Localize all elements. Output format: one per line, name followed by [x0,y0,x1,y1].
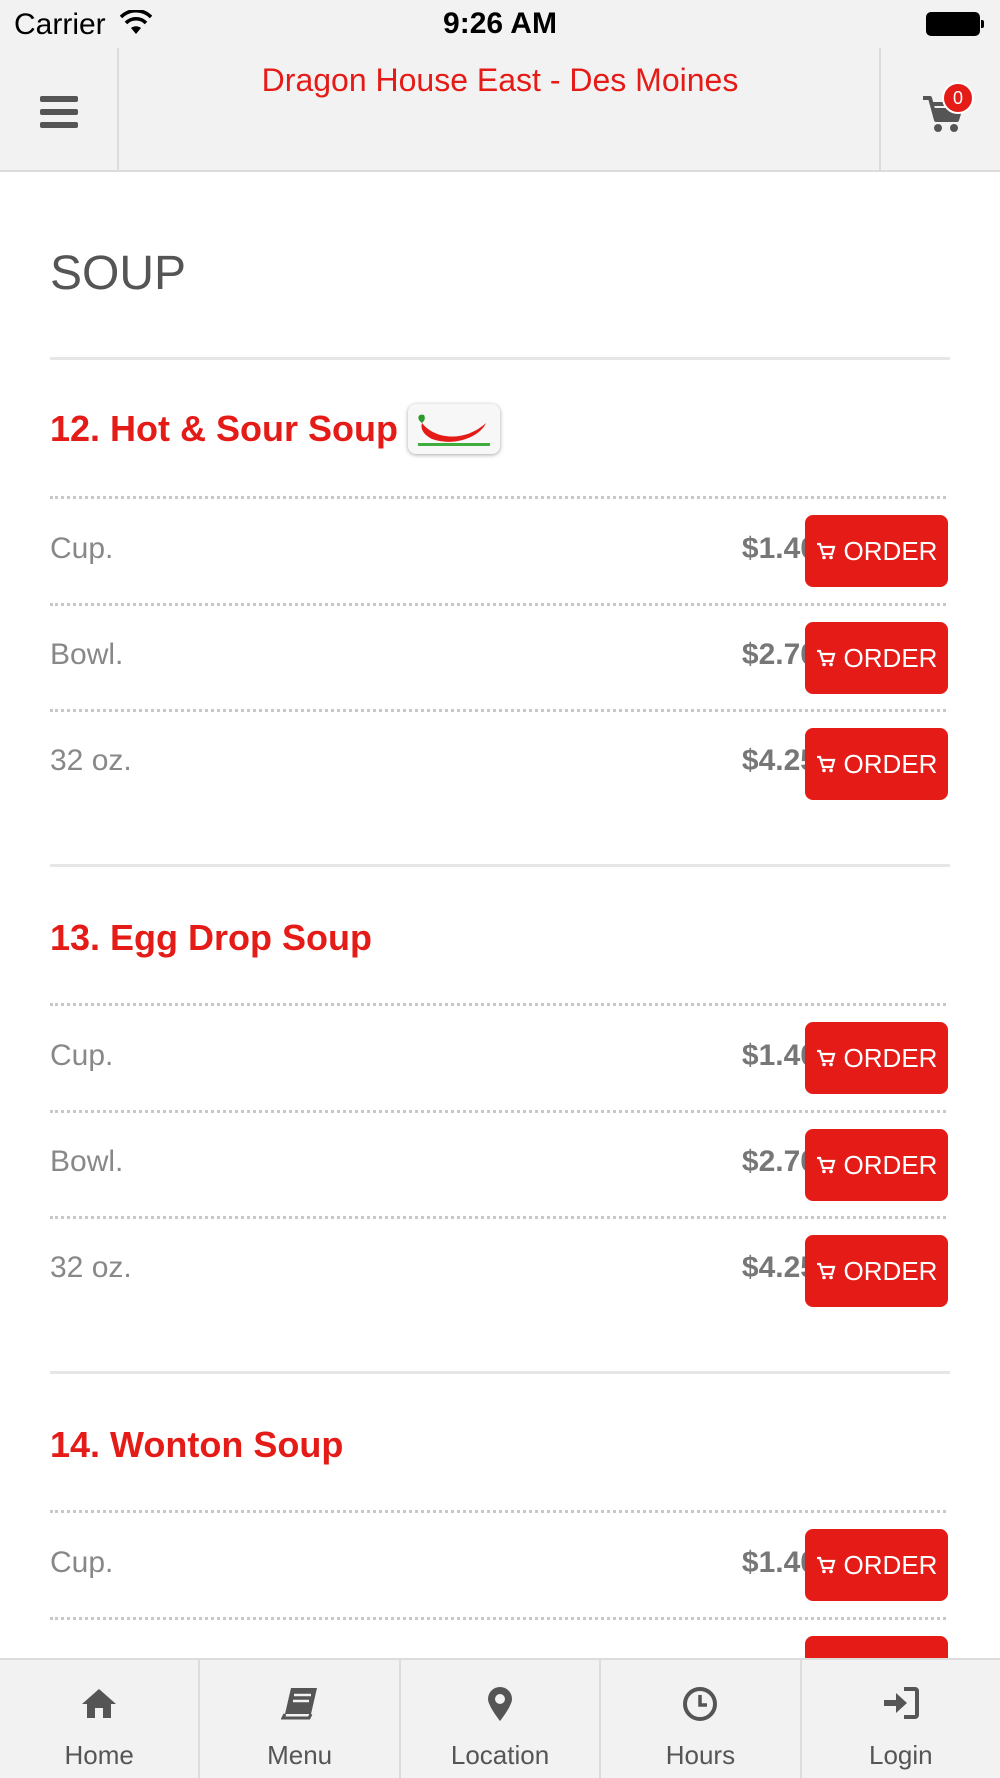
option-price: $4.25 [741,744,817,777]
battery-icon [926,12,984,36]
option-label: Cup. [50,1039,114,1072]
divider [50,864,950,867]
cart-icon [816,1262,836,1280]
option-price: $2.70 [741,1145,817,1178]
option-label: Cup. [50,1546,114,1579]
option-price: $2.70 [741,638,817,671]
cart-icon [816,1156,836,1174]
nav-label: Home [64,1740,134,1770]
section-title: SOUP [50,247,187,300]
hamburger-menu-button[interactable] [0,48,119,170]
order-button[interactable]: ORDER [805,1129,948,1201]
restaurant-title: Dragon House East - Des Moines [261,62,739,98]
menu-item-title: 14. Wonton Soup [50,1424,344,1465]
order-button[interactable]: ORDER [805,515,948,587]
nav-label: Location [450,1740,550,1770]
nav-menu[interactable]: Menu [200,1660,401,1778]
nav-label: Menu [267,1740,333,1770]
dotted-separator [50,1216,946,1219]
cart-icon [816,1049,836,1067]
order-button[interactable]: ORDER [805,1022,948,1094]
menu-item-title: 12. Hot & Sour Soup [50,404,501,454]
order-button[interactable]: ORDER [805,1235,948,1307]
menu-item-title: 13. Egg Drop Soup [50,917,373,958]
dotted-separator [50,1617,946,1620]
dotted-separator [50,1110,946,1113]
nav-label: Login [869,1740,933,1770]
nav-login[interactable]: Login [802,1660,1000,1778]
dotted-separator [50,496,946,499]
option-label: Bowl. [50,1145,124,1178]
option-label: 32 oz. [50,1251,132,1284]
home-icon [82,1689,117,1718]
status-time: 9:26 AM [443,7,557,40]
status-bar: Carrier 9:26 AM [0,0,1000,48]
option-price: $1.40 [741,1039,817,1072]
nav-home[interactable]: Home [0,1660,201,1778]
nav-location[interactable]: Location [401,1660,602,1778]
book-icon [280,1688,317,1720]
dotted-separator [50,603,946,606]
option-label: 32 oz. [50,744,132,777]
dotted-separator [50,1510,946,1513]
nav-hours[interactable]: Hours [601,1660,802,1778]
cart-count-badge: 0 [942,82,974,114]
option-price: $1.40 [741,1546,817,1579]
clock-icon [683,1687,718,1721]
option-price: $4.25 [741,1251,817,1284]
bottom-nav: Home Menu Location Hours Login [0,1658,1000,1778]
option-price: $1.40 [741,532,817,565]
option-label: Bowl. [50,638,124,671]
cart-icon [816,542,836,560]
dotted-separator [50,709,946,712]
divider [50,357,950,360]
cart-icon [816,755,836,773]
spicy-pepper-icon [408,404,501,454]
order-button[interactable]: ORDER [805,1529,948,1601]
map-marker-icon [488,1687,513,1721]
dotted-separator [50,1003,946,1006]
cart-button[interactable]: 0 [879,48,1000,170]
order-button[interactable]: ORDER [805,728,948,800]
order-button[interactable]: ORDER [805,622,948,694]
sign-in-icon [883,1687,919,1719]
option-label: Cup. [50,532,114,565]
cart-icon [816,1556,836,1574]
nav-label: Hours [665,1740,736,1770]
app-header: Dragon House East - Des Moines 0 [0,48,1000,172]
divider [50,1371,950,1374]
cart-icon [816,649,836,667]
